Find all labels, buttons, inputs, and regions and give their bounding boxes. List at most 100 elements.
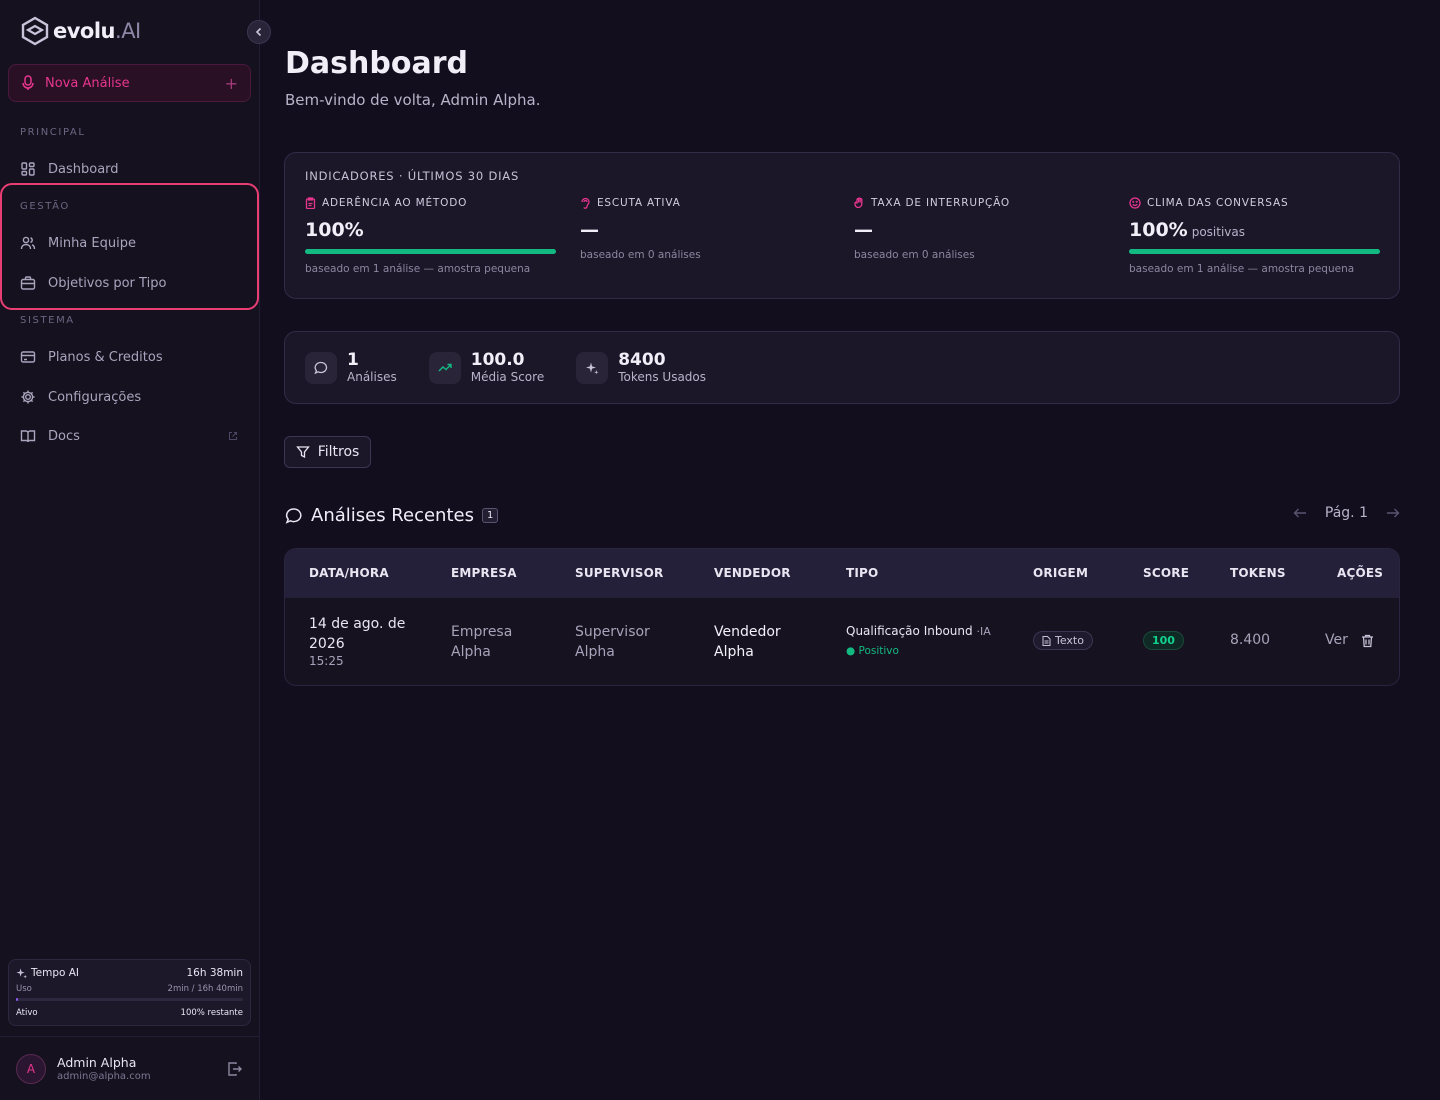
tempo-status: Ativo	[16, 1008, 38, 1018]
tempo-remaining: 100% restante	[180, 1008, 243, 1018]
sidebar-item-planos[interactable]: Planos & Creditos	[20, 345, 240, 369]
sidebar: evolu.AI Nova Análise + PRINCIPAL Dashbo…	[0, 0, 260, 1100]
origin-label: Texto	[1055, 634, 1084, 647]
cell-supervisor: Supervisor Alpha	[575, 624, 650, 660]
indicator-note: baseado em 0 análises	[580, 249, 701, 261]
filters-button[interactable]: Filtros	[284, 436, 371, 468]
column-header: DATA/HORA	[309, 566, 389, 580]
table-header: DATA/HORA EMPRESA SUPERVISOR VENDEDOR TI…	[285, 549, 1399, 598]
ear-icon	[581, 197, 590, 209]
user-email: admin@alpha.com	[57, 1071, 151, 1082]
page-subtitle: Bem-vindo de volta, Admin Alpha.	[285, 91, 541, 109]
user-name: Admin Alpha	[57, 1055, 137, 1070]
sidebar-item-configuracoes[interactable]: Configurações	[20, 385, 240, 409]
stat-value: 100.0	[470, 350, 525, 370]
logout-icon[interactable]	[227, 1061, 243, 1077]
stat-media-score: 100.0 Média Score	[428, 350, 545, 384]
indicator-note: baseado em 0 análises	[854, 249, 975, 261]
brand-name: evolu.AI	[53, 19, 141, 43]
sidebar-item-docs[interactable]: Docs	[20, 424, 240, 448]
stat-label: Tokens Usados	[618, 370, 707, 384]
credit-card-icon	[20, 351, 36, 363]
clipboard-icon	[305, 197, 316, 209]
logo-icon	[21, 16, 49, 46]
stats-card: 1 Análises 100.0 Média Score 8400 Tokens…	[284, 331, 1400, 404]
origin-chip: Texto	[1033, 631, 1093, 650]
score-badge: 100	[1143, 631, 1184, 650]
new-analysis-button[interactable]: Nova Análise +	[8, 64, 251, 102]
stat-value: 1	[347, 350, 359, 370]
indicator-value: —	[854, 219, 873, 241]
collapse-sidebar-button[interactable]	[247, 20, 271, 44]
tempo-uso-label: Uso	[16, 984, 32, 994]
trend-up-icon	[438, 363, 452, 371]
tempo-usage-bar	[16, 998, 243, 1001]
cell-date: 14 de ago. de 2026	[309, 616, 406, 652]
stat-value: 8400	[618, 350, 666, 370]
indicators-card: INDICADORES · ÚLTIMOS 30 DIAS ADERÊNCIA …	[284, 152, 1400, 299]
section-principal: PRINCIPAL	[20, 127, 86, 138]
indicator-progress-fill	[1129, 249, 1380, 254]
stat-tokens: 8400 Tokens Usados	[576, 351, 706, 384]
indicator-interrupcao: TAXA DE INTERRUPÇÃO — baseado em 0 análi…	[854, 197, 1105, 261]
indicator-label: CLIMA DAS CONVERSAS	[1147, 197, 1289, 209]
filter-icon	[295, 446, 310, 459]
sidebar-item-label: Dashboard	[48, 161, 119, 177]
external-link-icon	[229, 432, 237, 440]
tempo-ai-panel: Tempo AI 16h 38min Uso 2min / 16h 40min …	[8, 959, 251, 1026]
tempo-total: 16h 38min	[186, 967, 243, 979]
column-header: TOKENS	[1230, 566, 1286, 580]
indicator-value: 100%	[1129, 219, 1188, 241]
chat-icon	[285, 507, 302, 524]
column-header: TIPO	[846, 566, 879, 580]
stat-analises: 1 Análises	[305, 351, 397, 384]
indicator-suffix: positivas	[1191, 225, 1245, 239]
table-row[interactable]: 14 de ago. de 2026 15:25 Empresa Alpha S…	[285, 598, 1399, 685]
microphone-icon	[22, 75, 34, 90]
column-header: AÇÕES	[1337, 566, 1384, 580]
indicator-progress	[1129, 249, 1380, 254]
cell-time: 15:25	[309, 654, 344, 668]
trash-icon[interactable]	[1361, 634, 1374, 648]
indicator-label: TAXA DE INTERRUPÇÃO	[871, 197, 1010, 209]
grid-icon	[21, 162, 35, 176]
indicator-clima: CLIMA DAS CONVERSAS 100% positivas basead…	[1129, 197, 1380, 275]
column-header: VENDEDOR	[714, 566, 791, 580]
cell-vendedor: Vendedor Alpha	[714, 624, 781, 660]
cell-tokens: 8.400	[1230, 632, 1271, 648]
gestao-highlight-frame	[0, 183, 259, 310]
stat-label: Média Score	[470, 370, 545, 384]
section-sistema: SISTEMA	[20, 315, 75, 326]
indicator-label: ESCUTA ATIVA	[597, 197, 681, 209]
gear-icon	[21, 390, 35, 404]
chevron-left-icon	[255, 27, 262, 37]
recent-analyses-table: DATA/HORA EMPRESA SUPERVISOR VENDEDOR TI…	[284, 548, 1400, 686]
plus-icon: +	[224, 73, 238, 93]
page-indicator: Pág. 1	[1324, 505, 1368, 521]
sidebar-item-dashboard[interactable]: Dashboard	[20, 157, 240, 181]
avatar[interactable]: A	[16, 1053, 46, 1084]
indicator-note: baseado em 1 análise — amostra pequena	[1129, 263, 1355, 275]
column-header: EMPRESA	[451, 566, 517, 580]
sidebar-item-label: Docs	[48, 428, 80, 444]
tipo-tag: ·IA	[976, 625, 991, 638]
smile-icon	[1129, 197, 1141, 209]
pagination: Pág. 1	[1293, 505, 1400, 521]
column-header: SCORE	[1143, 566, 1190, 580]
tempo-title: Tempo AI	[16, 967, 79, 979]
filters-label: Filtros	[317, 444, 360, 460]
user-profile: A Admin Alpha admin@alpha.com	[0, 1036, 259, 1100]
column-header: SUPERVISOR	[575, 566, 664, 580]
view-link[interactable]: Ver	[1325, 632, 1348, 648]
page-title: Dashboard	[285, 46, 468, 81]
arrow-left-icon[interactable]	[1293, 507, 1307, 519]
app-root: evolu.AI Nova Análise + PRINCIPAL Dashbo…	[0, 0, 1440, 1100]
sentiment-label: Positivo	[858, 645, 899, 657]
arrow-right-icon[interactable]	[1386, 507, 1400, 519]
brand-logo[interactable]: evolu.AI	[21, 16, 141, 46]
indicator-value: —	[580, 219, 599, 241]
sidebar-item-label: Planos & Creditos	[48, 349, 163, 365]
indicator-progress	[305, 249, 556, 254]
column-header: ORIGEM	[1033, 566, 1089, 580]
tempo-usage-fill	[16, 998, 18, 1001]
